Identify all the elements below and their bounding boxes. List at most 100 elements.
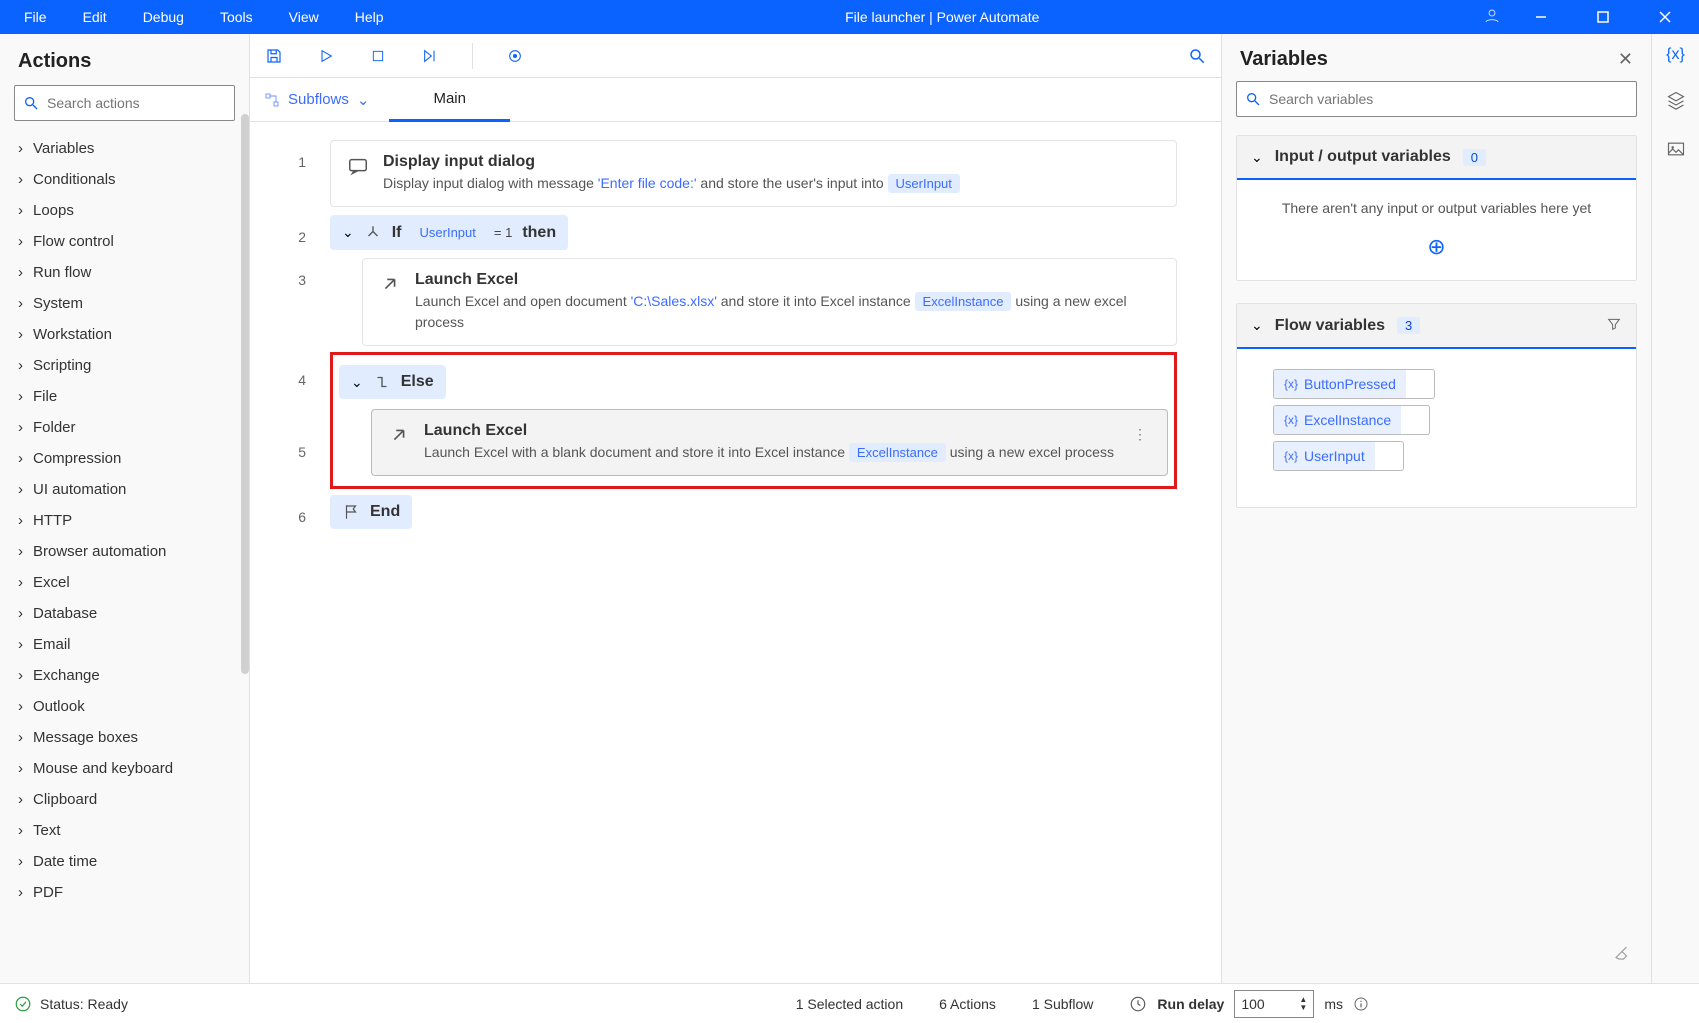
- if-block[interactable]: ⌄ If UserInput = 1 then: [330, 215, 568, 250]
- variable-name: ExcelInstance: [1304, 412, 1391, 428]
- action-category[interactable]: › Outlook: [14, 691, 235, 722]
- flow-step[interactable]: 1 Display input dialog Display input dia…: [250, 136, 1221, 211]
- variables-search[interactable]: [1236, 81, 1637, 117]
- actions-list[interactable]: ›Variables ›Conditionals ›Loops ›Flow co…: [0, 133, 249, 983]
- action-category[interactable]: › Text: [14, 815, 235, 846]
- images-rail-button[interactable]: [1666, 139, 1686, 162]
- variable-chip[interactable]: ExcelInstance: [915, 292, 1012, 311]
- action-category[interactable]: ›Date time: [14, 846, 235, 877]
- flow-variable[interactable]: {x}ExcelInstance: [1273, 405, 1430, 435]
- chevron-right-icon: ›: [18, 295, 23, 312]
- title-right: [1483, 0, 1693, 34]
- action-category[interactable]: ›Browser automation: [14, 536, 235, 567]
- close-panel-button[interactable]: ✕: [1618, 49, 1633, 70]
- flow-step[interactable]: 6 End: [250, 491, 1221, 533]
- action-category[interactable]: ›Exchange: [14, 660, 235, 691]
- action-category[interactable]: ›System: [14, 288, 235, 319]
- step-button[interactable]: [416, 42, 444, 70]
- variable-chip[interactable]: ExcelInstance: [849, 443, 946, 462]
- chevron-right-icon: ›: [18, 233, 23, 250]
- action-category[interactable]: ›Folder: [14, 412, 235, 443]
- flow-variables-title: Flow variables: [1275, 317, 1385, 335]
- variables-search-input[interactable]: [1269, 91, 1628, 107]
- step-description: Display input dialog with message 'Enter…: [383, 173, 960, 194]
- action-category[interactable]: › UI automation: [14, 474, 235, 505]
- menu-file[interactable]: File: [6, 3, 65, 31]
- chevron-right-icon: ›: [18, 140, 23, 157]
- action-category[interactable]: ›Loops: [14, 195, 235, 226]
- action-category[interactable]: ›Compression: [14, 443, 235, 474]
- io-variables-header[interactable]: ⌄ Input / output variables 0: [1237, 136, 1636, 180]
- flow-variable[interactable]: {x}ButtonPressed: [1273, 369, 1435, 399]
- menu-tools[interactable]: Tools: [202, 3, 271, 31]
- chevron-right-icon: ›: [18, 884, 23, 901]
- minimize-button[interactable]: [1519, 0, 1563, 34]
- action-category-label: Outlook: [33, 698, 85, 715]
- action-category[interactable]: ›File: [14, 381, 235, 412]
- action-category-label: UI automation: [33, 481, 126, 498]
- save-button[interactable]: [260, 42, 288, 70]
- menu-edit[interactable]: Edit: [65, 3, 125, 31]
- action-category[interactable]: ›Database: [14, 598, 235, 629]
- action-category[interactable]: ›Scripting: [14, 350, 235, 381]
- flow-step-selected[interactable]: Launch Excel Launch Excel with a blank d…: [371, 409, 1168, 476]
- add-io-variable-button[interactable]: ⊕: [1257, 234, 1616, 260]
- action-category[interactable]: ›Message boxes: [14, 722, 235, 753]
- action-category[interactable]: ›HTTP: [14, 505, 235, 536]
- eraser-icon[interactable]: [1613, 944, 1631, 965]
- flow-variable[interactable]: {x}UserInput: [1273, 441, 1404, 471]
- maximize-button[interactable]: [1581, 0, 1625, 34]
- flow-step[interactable]: 3 Launch Excel Launch Excel and open doc…: [250, 254, 1221, 350]
- variables-rail-button[interactable]: {x}: [1666, 46, 1685, 64]
- chevron-right-icon: ›: [18, 388, 23, 405]
- search-icon: [1245, 91, 1261, 107]
- menu-debug[interactable]: Debug: [125, 3, 202, 31]
- subflows-dropdown[interactable]: Subflows ⌄: [264, 91, 369, 109]
- actions-search[interactable]: [14, 85, 235, 121]
- layers-rail-button[interactable]: [1666, 90, 1686, 113]
- variable-chip[interactable]: UserInput: [888, 174, 960, 193]
- action-category[interactable]: ›Flow control: [14, 226, 235, 257]
- close-button[interactable]: [1643, 0, 1687, 34]
- chevron-right-icon: ›: [18, 574, 23, 591]
- record-button[interactable]: [501, 42, 529, 70]
- delay-spinner[interactable]: ▲▼: [1299, 996, 1307, 1012]
- main-menu: File Edit Debug Tools View Help: [6, 3, 402, 31]
- action-category-label: Text: [33, 822, 61, 839]
- actions-search-input[interactable]: [47, 95, 228, 111]
- menu-help[interactable]: Help: [337, 3, 402, 31]
- actions-scrollbar[interactable]: [241, 114, 249, 674]
- action-category-label: Folder: [33, 419, 76, 436]
- action-category[interactable]: ›PDF: [14, 877, 235, 908]
- action-category[interactable]: ›Excel: [14, 567, 235, 598]
- action-category[interactable]: ›Mouse and keyboard: [14, 753, 235, 784]
- else-block[interactable]: ⌄ Else: [339, 365, 446, 399]
- run-button[interactable]: [312, 42, 340, 70]
- action-category[interactable]: ›Workstation: [14, 319, 235, 350]
- stop-button[interactable]: [364, 42, 392, 70]
- menu-view[interactable]: View: [271, 3, 337, 31]
- action-category[interactable]: ›Email: [14, 629, 235, 660]
- account-icon[interactable]: [1483, 7, 1501, 28]
- action-category[interactable]: ›Variables: [14, 133, 235, 164]
- flow-step[interactable]: 2 ⌄ If UserInput = 1 then: [250, 211, 1221, 254]
- search-flow-button[interactable]: [1183, 42, 1211, 70]
- filter-icon[interactable]: [1606, 316, 1622, 335]
- run-delay-input[interactable]: 100 ▲▼: [1234, 990, 1314, 1018]
- end-block[interactable]: End: [330, 495, 412, 529]
- tab-main[interactable]: Main: [389, 78, 510, 122]
- step-more-button[interactable]: ⋮: [1129, 422, 1151, 447]
- keyword-label: End: [370, 503, 400, 521]
- variable-chip[interactable]: UserInput: [412, 223, 484, 242]
- clock-icon: [1129, 995, 1147, 1013]
- action-category[interactable]: ›Clipboard: [14, 784, 235, 815]
- chevron-right-icon: ›: [18, 822, 23, 839]
- chevron-right-icon: ›: [18, 698, 23, 715]
- condition-text: = 1: [494, 225, 512, 240]
- flow-canvas[interactable]: 1 Display input dialog Display input dia…: [250, 122, 1221, 983]
- info-icon[interactable]: [1353, 996, 1369, 1012]
- chevron-right-icon: ›: [18, 481, 23, 498]
- action-category[interactable]: ›Conditionals: [14, 164, 235, 195]
- flow-variables-header[interactable]: ⌄ Flow variables 3: [1237, 304, 1636, 349]
- action-category[interactable]: ›Run flow: [14, 257, 235, 288]
